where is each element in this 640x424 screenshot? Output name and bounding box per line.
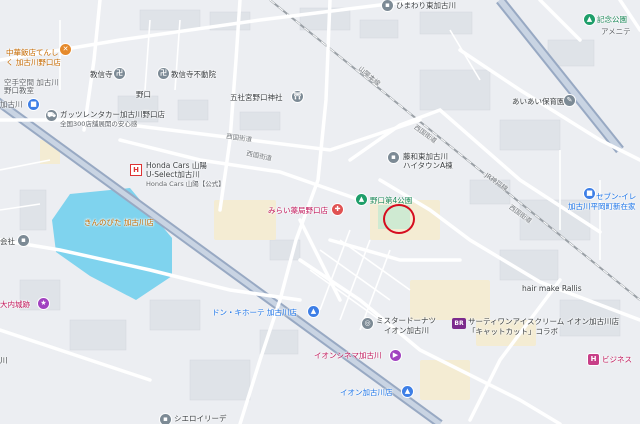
- place-label-business: ビジネス: [602, 355, 632, 364]
- place-label-hairmake: hair make Rallis: [522, 284, 582, 293]
- place-label-kyoshin-fudo: 教信寺不動院: [171, 70, 216, 79]
- pharmacy-icon[interactable]: ✚: [332, 204, 343, 215]
- place-label-honda-1: Honda Cars 山陽: [146, 161, 207, 170]
- place-label-kawa: 川: [0, 356, 8, 365]
- place-label-gosha: 五社宮野口神社: [230, 93, 283, 102]
- place-label-fujiwa-2: ハイタウンA棟: [403, 161, 453, 170]
- place-label-chuka: 中華飯店てんし: [6, 48, 59, 57]
- park-icon[interactable]: ▲: [584, 14, 595, 25]
- place-label-mister-2: イオン加古川: [384, 326, 429, 335]
- place-label-noguchi: 野口: [136, 90, 151, 99]
- place-label-gatsuren-2: 全国300店舗展開の安心感: [60, 120, 138, 128]
- place-label-seven-2: 加古川平岡町新在家: [568, 202, 636, 211]
- place-label-aiai: あいあい保育園: [512, 97, 565, 106]
- place-label-donki: ドン・キホーテ 加古川店: [212, 308, 297, 317]
- place-label-karate-2: 野口教室: [4, 86, 34, 95]
- bus-icon[interactable]: ■: [28, 99, 39, 110]
- shrine-icon[interactable]: ⛩: [292, 91, 303, 102]
- place-label-gatsuren: ガッツレンタカー加古川野口店: [60, 110, 165, 119]
- place-label-cinema: イオンシネマ加古川: [314, 351, 382, 360]
- place-label-kakogawa: 加古川: [0, 100, 23, 109]
- business-icon[interactable]: H: [588, 354, 599, 365]
- temple-icon-2[interactable]: 卍: [158, 68, 169, 79]
- car-icon[interactable]: ⛟: [46, 110, 57, 121]
- place-label-thirty: サーティワンアイスクリーム イオン加古川店: [468, 317, 620, 326]
- building-icon[interactable]: ▪: [382, 0, 393, 11]
- place-label-aeon: イオン加古川店: [340, 388, 393, 397]
- cinema-icon[interactable]: ▶: [390, 350, 401, 361]
- place-label-chuka-2: く 加古川野口店: [6, 58, 61, 67]
- place-label-honda-3: Honda Cars 山陽【公式】: [146, 180, 225, 188]
- place-label-hiwari: ひまわり東加古川: [396, 1, 456, 10]
- temple-icon[interactable]: 卍: [114, 68, 125, 79]
- place-label-thirty-2: 「キャットカット」コラボ: [468, 327, 558, 336]
- restaurant-icon[interactable]: ✕: [60, 44, 71, 55]
- place-label-kaisha: 会社: [0, 237, 15, 246]
- place-label-memorial: 記念公園: [597, 15, 627, 24]
- car-dealer-icon[interactable]: H: [130, 164, 142, 176]
- place-label-fujiwa: 藤和東加古川: [403, 152, 448, 161]
- place-label-kinopita: きんのぴた 加古川店: [84, 218, 154, 227]
- place-label-honda-2: U-Select加古川: [146, 170, 200, 179]
- shopping-icon[interactable]: ▲: [308, 306, 319, 317]
- landmark-icon[interactable]: ★: [38, 298, 49, 309]
- place-label-park: 野口第4公園: [370, 196, 413, 205]
- building-icon-4[interactable]: ▪: [160, 414, 171, 424]
- place-label-ootsuki: 大内城跡: [0, 300, 30, 309]
- place-label-seven: セブン-イレ: [596, 192, 637, 201]
- building-icon-3[interactable]: ▪: [18, 235, 29, 246]
- place-label-mister: ミスタードーナツ: [376, 316, 436, 325]
- icecream-icon[interactable]: BR: [452, 318, 466, 329]
- school-icon[interactable]: ✎: [564, 95, 575, 106]
- place-label-ceyo: シエロイリーデ: [174, 414, 227, 423]
- building-icon-2[interactable]: ▪: [388, 152, 399, 163]
- shopping-icon-2[interactable]: ▲: [402, 386, 413, 397]
- highlight-circle: [383, 204, 415, 234]
- park-icon-2[interactable]: ▲: [356, 194, 367, 205]
- convenience-icon[interactable]: ■: [584, 188, 595, 199]
- place-label-kyoshin: 教信寺: [90, 70, 113, 79]
- donut-icon[interactable]: ◎: [362, 318, 373, 329]
- map-canvas[interactable]: 山陽本線 西国街道 西国街道 JR神戸線 西国街道 西国街道 ▲ 記念公園 アメ…: [0, 0, 640, 424]
- place-label-mirai: みらい薬局野口店: [268, 206, 328, 215]
- place-label-ameni: アメニテ: [601, 27, 631, 36]
